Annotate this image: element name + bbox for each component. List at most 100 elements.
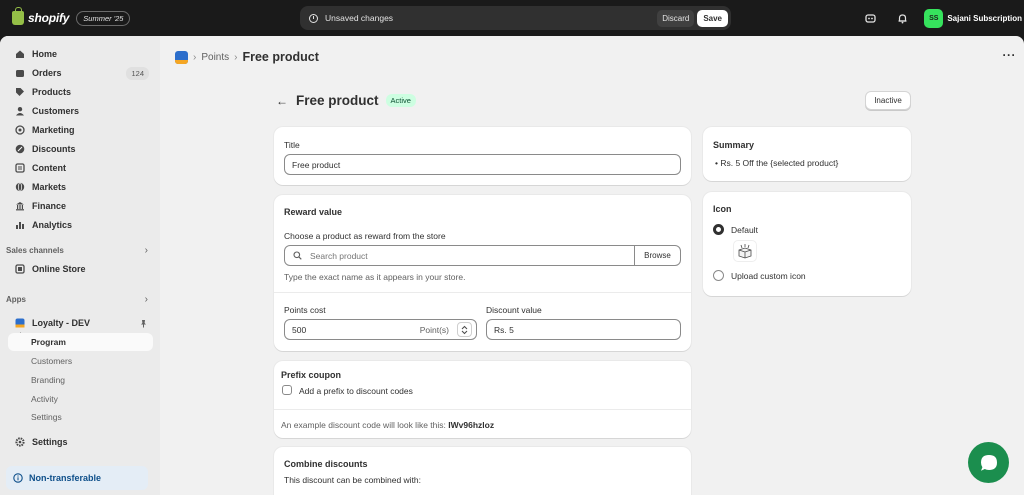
sidebar-subitem-activity[interactable]: Activity xyxy=(31,394,58,404)
bell-icon[interactable] xyxy=(892,8,912,28)
chat-bubble-icon xyxy=(980,454,997,471)
browse-button[interactable]: Browse xyxy=(634,246,680,265)
product-search-field[interactable]: Browse xyxy=(284,245,681,266)
back-arrow-icon[interactable]: ← xyxy=(276,94,288,108)
alert-icon xyxy=(309,13,318,23)
edition-badge[interactable]: Summer '25 xyxy=(76,10,131,26)
brand-name: shopify xyxy=(28,11,70,25)
sidebar-item-content[interactable]: Content xyxy=(8,159,153,177)
chevron-right-icon[interactable]: › xyxy=(145,245,148,256)
sidebar-item-markets[interactable]: Markets xyxy=(8,178,153,196)
sidekick-icon[interactable] xyxy=(860,8,880,28)
breadcrumb: › Points › Free product xyxy=(175,50,319,64)
search-icon xyxy=(293,251,302,260)
sidebar-item-label: Marketing xyxy=(32,125,75,135)
chat-button[interactable] xyxy=(968,442,1009,483)
divider xyxy=(274,409,691,410)
combine-discounts-card: Combine discounts This discount can be c… xyxy=(274,447,691,495)
sidebar-item-customers[interactable]: Customers xyxy=(8,102,153,120)
icon-card: Icon Default Upload custom icon xyxy=(703,192,911,296)
radio-upload-label[interactable]: Upload custom icon xyxy=(731,271,806,281)
example-code: IWv96hzloz xyxy=(448,420,495,430)
sidebar-item-online-store[interactable]: Online Store xyxy=(8,260,153,278)
sales-channels-header[interactable]: Sales channels xyxy=(6,246,64,255)
radio-default-selected[interactable] xyxy=(713,224,724,235)
sidebar-subitem-settings[interactable]: Settings xyxy=(31,412,62,422)
sidebar-item-label: Loyalty - DEV xyxy=(32,318,91,328)
choose-product-label: Choose a product as reward from the stor… xyxy=(284,231,446,241)
sidebar-subitem-program[interactable] xyxy=(8,333,153,351)
top-bar: shopify Summer '25 Unsaved changes Disca… xyxy=(0,0,1024,36)
summary-title: Summary xyxy=(713,140,755,150)
shopify-logo[interactable]: shopify xyxy=(12,7,70,25)
sidebar-item-loyalty-app[interactable]: Loyalty - DEV xyxy=(8,314,153,332)
page-header: ← Free product Active xyxy=(276,93,416,108)
chevron-right-icon: › xyxy=(193,51,197,63)
banner-label: Non-transferable xyxy=(29,473,102,483)
info-icon xyxy=(13,473,23,483)
orders-icon xyxy=(16,70,24,77)
status-badge: Active xyxy=(385,94,416,107)
points-suffix: Point(s) xyxy=(419,324,449,335)
prefix-checkbox-label[interactable]: Add a prefix to discount codes xyxy=(299,386,413,396)
prefix-checkbox[interactable] xyxy=(282,385,292,395)
page-title: Free product xyxy=(296,93,379,108)
bank-icon xyxy=(16,202,24,211)
example-code-text: An example discount code will look like … xyxy=(281,420,494,430)
sidebar-item-orders[interactable]: Orders 124 xyxy=(8,64,153,82)
title-input[interactable]: Free product xyxy=(284,154,681,175)
app-icon[interactable] xyxy=(175,50,188,64)
reward-value-title: Reward value xyxy=(284,207,343,217)
divider xyxy=(274,292,691,293)
example-code-prefix: An example discount code will look like … xyxy=(281,420,446,430)
search-help-text: Type the exact name as it appears in you… xyxy=(284,272,466,282)
sidebar-item-settings[interactable]: Settings xyxy=(8,433,153,451)
default-icon-preview xyxy=(733,240,757,262)
chart-icon xyxy=(16,222,24,229)
sidebar-item-discounts[interactable]: Discounts xyxy=(8,140,153,158)
sidebar-item-analytics[interactable]: Analytics xyxy=(8,216,153,234)
prefix-coupon-title: Prefix coupon xyxy=(281,370,342,380)
sidebar-item-finance[interactable]: Finance xyxy=(8,197,153,215)
number-stepper[interactable] xyxy=(457,322,472,337)
radio-upload-custom[interactable] xyxy=(713,270,724,281)
points-cost-input[interactable]: 500 Point(s) xyxy=(284,319,477,340)
gift-box-icon xyxy=(738,244,752,259)
sidebar-item-label: Products xyxy=(32,87,72,97)
sidebar-item-products[interactable]: Products xyxy=(8,83,153,101)
sidebar-item-marketing[interactable]: Marketing xyxy=(8,121,153,139)
apps-header[interactable]: Apps xyxy=(6,295,26,304)
store-menu[interactable]: SS Sajani Subscription xyxy=(924,8,1022,28)
sidebar-subitem-program-label[interactable]: Program xyxy=(31,337,66,347)
pin-icon[interactable] xyxy=(139,319,148,328)
sidebar-item-label: Customers xyxy=(32,106,80,116)
discount-icon xyxy=(15,144,25,154)
discount-value-input[interactable]: Rs. 5 xyxy=(486,319,681,340)
title-card: Title Free product xyxy=(274,127,691,185)
chevron-down-icon[interactable] xyxy=(461,330,468,335)
person-icon xyxy=(16,107,24,116)
sidebar-subitem-branding[interactable]: Branding xyxy=(31,375,65,385)
sidebar-item-label: Settings xyxy=(32,437,68,447)
breadcrumb-link-points[interactable]: Points xyxy=(201,52,229,63)
sidebar-item-home[interactable]: Home xyxy=(8,45,153,63)
search-input[interactable] xyxy=(310,250,610,261)
discard-button[interactable]: Discard xyxy=(657,9,695,27)
combine-discounts-title: Combine discounts xyxy=(284,459,368,469)
more-actions-icon[interactable]: ··· xyxy=(1003,48,1017,62)
store-icon xyxy=(15,264,25,274)
chevron-right-icon: › xyxy=(234,51,238,63)
title-input-value: Free product xyxy=(292,159,341,170)
summary-item: • Rs. 5 Off the {selected product} xyxy=(715,158,839,168)
chevron-right-icon[interactable]: › xyxy=(145,294,148,305)
content-icon xyxy=(15,163,25,173)
sidebar-item-label: Analytics xyxy=(32,220,73,230)
non-transferable-banner[interactable]: Non-transferable xyxy=(6,466,148,490)
sidebar-item-label: Orders xyxy=(32,68,62,78)
inactive-button[interactable]: Inactive xyxy=(865,91,911,110)
radio-default-label[interactable]: Default xyxy=(731,225,758,235)
reward-value-card: Reward value Choose a product as reward … xyxy=(274,195,691,351)
save-button[interactable]: Save xyxy=(697,9,728,27)
sidebar-subitem-customers[interactable]: Customers xyxy=(31,356,72,366)
discount-value-label: Discount value xyxy=(486,305,542,315)
